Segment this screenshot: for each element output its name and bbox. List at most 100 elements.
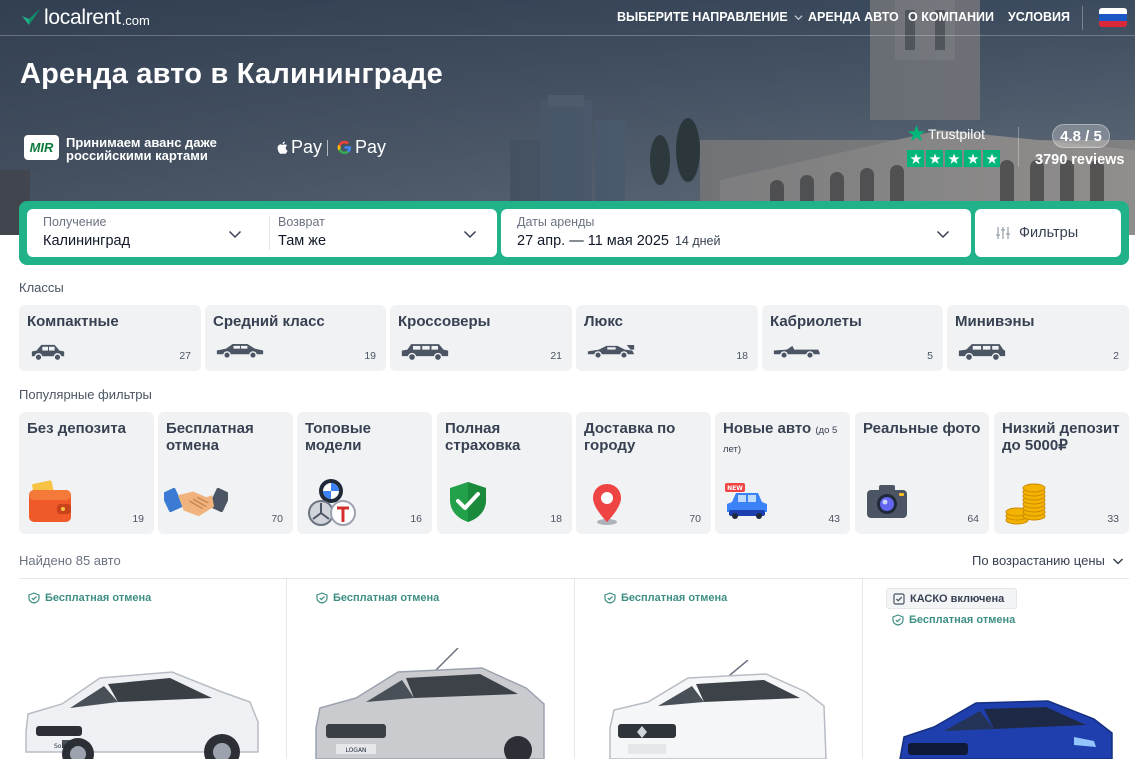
car-photo-white-sedan: Solaris — [25, 671, 259, 759]
pickup-field[interactable]: Получение Калининград — [27, 209, 263, 257]
rental-dates-field[interactable]: Даты аренды 27 апр. — 11 мая 2025 14 дней — [501, 209, 971, 257]
car-photo-white-sedan-2 — [609, 660, 827, 759]
nav-car-rental[interactable]: АРЕНДА АВТО — [808, 10, 899, 24]
star-icon — [907, 150, 924, 167]
class-card-title: Кроссоверы — [398, 313, 491, 330]
class-card-compact[interactable]: Компактные 27 — [19, 305, 201, 371]
handshake-icon — [164, 487, 228, 517]
return-value: Там же — [278, 233, 327, 249]
site-logo[interactable]: localrent .com — [20, 5, 150, 31]
chevron-down-icon — [936, 230, 950, 239]
mir-payment-note: Принимаем аванс даже российскими картами — [66, 135, 217, 163]
class-card-crossover[interactable]: Кроссоверы 21 — [390, 305, 572, 371]
nav-destination-label: ВЫБЕРИТЕ НАПРАВЛЕНИЕ — [617, 10, 788, 24]
shield-check-icon — [450, 482, 486, 522]
filter-count: 70 — [271, 513, 283, 525]
free-cancel-badge: Бесплатная отмена — [316, 592, 439, 604]
filter-card-title: Низкий депозит до 5000₽ — [1002, 420, 1120, 454]
return-field[interactable]: Возврат Там же — [270, 209, 497, 257]
filter-card-top-models[interactable]: Топовые модели 16 — [297, 412, 432, 534]
popular-filters-heading: Популярные фильтры — [19, 387, 152, 402]
filter-card-city-delivery[interactable]: Доставка по городу 70 — [576, 412, 711, 534]
filter-card-title: Доставка по городу — [584, 420, 676, 454]
location-selector: Получение Калининград Возврат Там же — [27, 209, 497, 257]
rating-divider — [1018, 127, 1019, 167]
class-card-title: Кабриолеты — [770, 313, 862, 330]
apple-pay-logo: Pay — [276, 137, 322, 158]
google-pay-logo: Pay — [337, 137, 386, 158]
suv-car-icon — [401, 344, 449, 362]
classes-heading: Классы — [19, 280, 64, 295]
class-card-midsize[interactable]: Средний класс 19 — [205, 305, 386, 371]
class-card-minivan[interactable]: Минивэны 2 — [947, 305, 1129, 371]
filters-button[interactable]: Фильтры — [975, 209, 1121, 257]
wallet-icon — [29, 480, 71, 522]
results-count: Найдено 85 авто — [19, 553, 121, 568]
filter-count: 18 — [550, 513, 562, 525]
filter-card-new-cars[interactable]: Новые авто (до 5 лет) NEW 43 — [715, 412, 850, 534]
class-card-title: Компактные — [27, 313, 119, 330]
sliders-icon — [996, 227, 1010, 239]
class-card-title: Люкс — [584, 313, 623, 330]
nav-about[interactable]: О КОМПАНИИ — [908, 10, 994, 24]
class-card-convertible[interactable]: Кабриолеты 5 — [762, 305, 943, 371]
apple-icon — [277, 141, 288, 154]
reviews-count[interactable]: 3790 reviews — [1035, 152, 1125, 168]
chevron-down-icon — [1112, 557, 1123, 565]
trustpilot-star-icon — [907, 124, 926, 142]
trustpilot-logo[interactable]: Trustpilot — [907, 124, 985, 143]
class-card-title: Средний класс — [213, 313, 325, 330]
minivan-icon — [958, 344, 1006, 362]
compact-car-icon — [31, 344, 65, 362]
rating-badge: 4.8 / 5 — [1052, 124, 1110, 148]
chevron-down-icon — [794, 14, 803, 20]
filter-card-free-cancel[interactable]: Бесплатная отмена 70 — [158, 412, 293, 534]
logo-suffix: .com — [121, 12, 150, 28]
logo-text: localrent — [44, 6, 121, 29]
class-card-luxury[interactable]: Люкс 18 — [576, 305, 758, 371]
filter-card-title: Полная страховка — [445, 420, 521, 454]
nav-divider — [1082, 6, 1083, 30]
nav-destination-dropdown[interactable]: ВЫБЕРИТЕ НАПРАВЛЕНИЕ — [617, 10, 803, 24]
filter-card-title: Без депозита — [27, 420, 127, 437]
new-car-icon: NEW — [725, 483, 767, 519]
free-cancel-badge: Бесплатная отмена — [604, 592, 727, 604]
mir-logo: MIR — [24, 135, 59, 160]
shield-check-small-icon — [28, 592, 40, 604]
svg-text:LOGAN: LOGAN — [345, 747, 366, 754]
convertible-car-icon — [773, 345, 821, 360]
search-bar: Получение Калининград Возврат Там же Дат… — [19, 201, 1129, 265]
class-count: 27 — [179, 350, 191, 362]
dates-value: 27 апр. — 11 мая 2025 14 дней — [517, 233, 721, 249]
pickup-label: Получение — [43, 215, 107, 229]
class-count: 19 — [364, 350, 376, 362]
pay-divider — [327, 140, 328, 156]
class-count: 2 — [1113, 350, 1119, 362]
luxury-car-icon — [587, 344, 635, 360]
filter-card-real-photos[interactable]: Реальные фото 64 — [855, 412, 989, 534]
filter-card-low-deposit[interactable]: Низкий депозит до 5000₽ 33 — [994, 412, 1129, 534]
nav-terms[interactable]: УСЛОВИЯ — [1008, 10, 1070, 24]
star-icon — [945, 150, 962, 167]
filter-card-title: Новые авто (до 5 лет) — [723, 420, 838, 455]
page-title: Аренда авто в Калининграде — [20, 58, 443, 90]
filter-card-full-insurance[interactable]: Полная страховка 18 — [437, 412, 572, 534]
filter-card-title: Топовые модели — [305, 420, 371, 454]
class-count: 18 — [736, 350, 748, 362]
shield-check-small-icon — [892, 614, 904, 626]
class-count: 5 — [927, 350, 933, 362]
shield-check-small-icon — [316, 592, 328, 604]
coins-icon — [1005, 483, 1046, 525]
sort-dropdown[interactable]: По возрастанию цены — [972, 553, 1124, 568]
free-cancel-badge: Бесплатная отмена — [28, 592, 151, 604]
svg-text:NEW: NEW — [727, 485, 743, 492]
dates-label: Даты аренды — [517, 215, 595, 229]
star-icon — [964, 150, 981, 167]
star-icon — [983, 150, 1000, 167]
russian-flag-icon[interactable] — [1099, 8, 1127, 27]
filter-count: 33 — [1107, 513, 1119, 525]
svg-text:Solaris: Solaris — [54, 743, 74, 750]
filter-card-no-deposit[interactable]: Без депозита 19 — [19, 412, 154, 534]
chevron-down-icon — [228, 230, 242, 239]
filter-count: 19 — [132, 513, 144, 525]
